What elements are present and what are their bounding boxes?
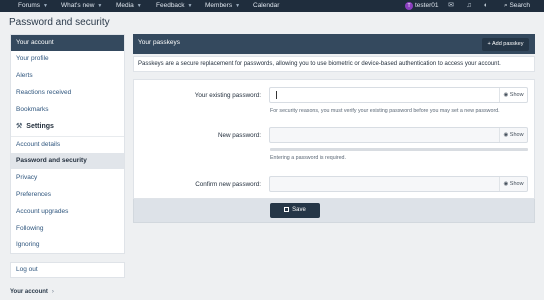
show-label: Show	[509, 92, 524, 98]
password-strength-meter	[270, 148, 528, 151]
nav-media-label: Media	[116, 2, 134, 9]
account-sidebar: Your account Your profile Alerts Reactio…	[10, 34, 125, 254]
sidebar-item-following[interactable]: Following	[11, 221, 124, 237]
confirm-password-field[interactable]: ◉ Show	[269, 176, 528, 192]
chevron-down-icon: ▼	[187, 3, 193, 9]
user-menu[interactable]: tester01	[415, 0, 439, 12]
wrench-icon: ⚒	[16, 123, 23, 130]
chevron-down-icon: ▼	[235, 3, 241, 9]
chevron-down-icon: ▼	[97, 3, 103, 9]
add-passkey-button[interactable]: + Add passkey	[482, 38, 529, 51]
nav-calendar-label: Calendar	[253, 2, 280, 9]
show-confirm-password-button[interactable]: ◉ Show	[499, 177, 527, 191]
bell-icon[interactable]: ♫	[465, 2, 473, 10]
nav-whats-new-label: What's new	[61, 2, 95, 9]
nav-members[interactable]: Members ▼	[205, 0, 240, 12]
sidebar-item-password-security[interactable]: Password and security	[11, 153, 124, 169]
chevron-right-icon: ›	[51, 289, 54, 295]
sidebar-item-account-upgrades[interactable]: Account upgrades	[11, 204, 124, 220]
sidebar-item-privacy[interactable]: Privacy	[11, 170, 124, 186]
sidebar-item-account-details[interactable]: Account details	[11, 137, 124, 153]
chevron-down-icon: ▼	[136, 3, 142, 9]
passkeys-title: Your passkeys	[138, 39, 181, 46]
save-label: Save	[292, 207, 306, 213]
nav-feedback[interactable]: Feedback ▼	[156, 0, 193, 12]
sidebar-item-preferences[interactable]: Preferences	[11, 187, 124, 203]
show-existing-password-button[interactable]: ◉ Show	[499, 88, 527, 102]
nav-forums[interactable]: Forums ▼	[18, 0, 48, 12]
confirm-password-label: Confirm new password:	[195, 181, 261, 188]
sidebar-item-your-profile[interactable]: Your profile	[11, 51, 124, 67]
passkeys-header: Your passkeys	[133, 34, 535, 54]
passkeys-info: Passkeys are a secure replacement for pa…	[133, 56, 535, 72]
text-cursor	[276, 91, 277, 99]
existing-password-field[interactable]: ◉ Show	[269, 87, 528, 103]
sidebar-item-ignoring[interactable]: Ignoring	[11, 237, 124, 253]
settings-label: Settings	[26, 123, 54, 130]
inbox-icon[interactable]: ✉	[447, 2, 455, 10]
chevron-down-icon: ▼	[43, 3, 48, 9]
nav-media[interactable]: Media ▼	[116, 0, 142, 12]
sidebar-item-alerts[interactable]: Alerts	[11, 68, 124, 84]
save-icon	[284, 206, 290, 212]
show-label: Show	[509, 132, 524, 138]
nav-forums-label: Forums	[18, 2, 41, 9]
new-password-hint: Entering a password is required.	[270, 155, 346, 161]
sidebar-item-bookmarks[interactable]: Bookmarks	[11, 102, 124, 118]
existing-password-hint: For security reasons, you must verify yo…	[270, 108, 500, 114]
nav-feedback-label: Feedback	[156, 2, 185, 9]
show-new-password-button[interactable]: ◉ Show	[499, 128, 527, 142]
sidebar-header: Your account	[11, 35, 124, 51]
save-button[interactable]: Save	[270, 203, 320, 218]
nav-calendar[interactable]: Calendar	[253, 0, 279, 12]
new-password-field[interactable]: ◉ Show	[269, 127, 528, 143]
top-navigation: Forums ▼ What's new ▼ Media ▼ Feedback ▼ Mem…	[0, 0, 544, 12]
search-button[interactable]: ⌕ Search	[504, 0, 530, 12]
breadcrumb-label: Your account	[10, 289, 48, 295]
new-password-label: New password:	[217, 132, 261, 139]
theme-icon[interactable]: ◐	[482, 2, 490, 10]
sidebar-section-settings: ⚒ Settings	[11, 119, 124, 135]
show-label: Show	[509, 181, 524, 187]
page-title: Password and security	[9, 17, 110, 28]
form-footer	[133, 199, 535, 223]
nav-members-label: Members	[205, 2, 233, 9]
avatar[interactable]: T	[405, 2, 413, 10]
sidebar-item-reactions[interactable]: Reactions received	[11, 85, 124, 101]
search-label: Search	[509, 2, 531, 9]
logout-link[interactable]: Log out	[10, 262, 125, 278]
nav-whats-new[interactable]: What's new ▼	[61, 0, 102, 12]
breadcrumb[interactable]: Your account ›	[10, 289, 54, 295]
existing-password-label: Your existing password:	[194, 92, 261, 99]
